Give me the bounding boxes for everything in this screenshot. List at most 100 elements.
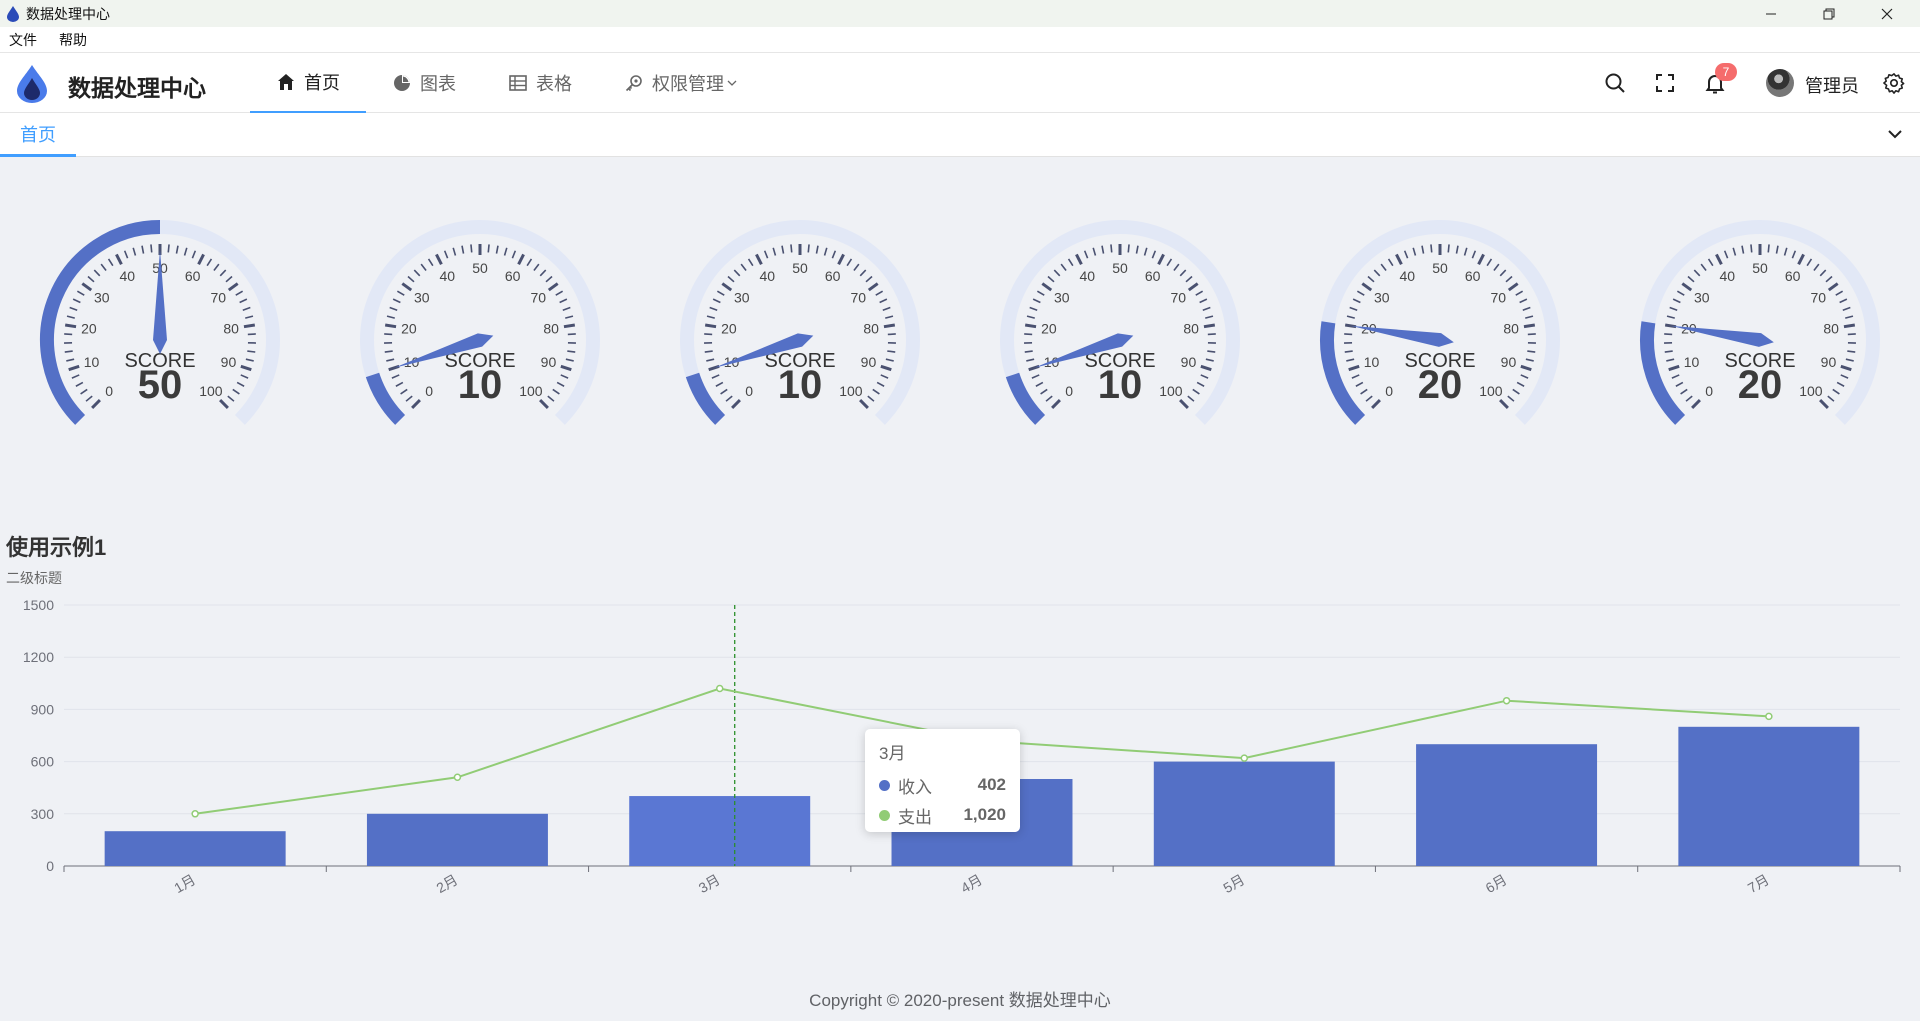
gauge-tick [443,250,449,259]
gauge-tick [526,258,533,267]
tabs-dropdown-chevron-icon[interactable] [1884,123,1906,145]
username[interactable]: 管理员 [1805,72,1859,98]
chart-title: 使用示例1 [6,535,107,560]
nav-home[interactable]: 首页 [250,53,366,113]
gauge-progress [365,372,406,425]
gauge-tick [384,350,393,353]
gauge-tick [704,323,717,329]
gauge-tick [420,263,427,271]
line-point-2月[interactable] [453,773,462,782]
x-tick-label: 4月 [958,871,985,896]
gauge-tick [1516,381,1525,387]
gauge-tick [1715,253,1723,265]
gauge-tick [559,298,568,304]
gauge-tick [1515,290,1524,296]
tooltip-expense-name: 支出 [898,807,932,827]
gauge-tick [1525,315,1534,319]
gauge-tick [1036,290,1045,296]
fullscreen-icon[interactable] [1653,71,1677,95]
gauge-tick [1847,350,1856,353]
line-point-7月[interactable] [1765,712,1773,721]
gauge-tick-label: 40 [120,268,136,284]
y-tick-label: 1200 [23,649,54,665]
gauge-tick [81,282,93,292]
gauge-tick [1845,358,1854,362]
gauge-tick-label: 70 [850,290,866,306]
gauge-tick [1507,395,1515,402]
gauge-tick [1671,374,1680,379]
gauge-tick [560,364,572,372]
gauge-tick [552,388,560,395]
line-point-6月[interactable] [1502,696,1511,705]
restore-button[interactable] [1800,0,1858,27]
gauge-tick [1819,269,1827,277]
gauge-tick [175,245,179,254]
window-title: 数据处理中心 [26,5,110,22]
line-point-1月[interactable] [191,810,199,818]
gauge-tick [461,245,465,254]
gauge-tick [1486,258,1493,267]
line-point-3月[interactable] [715,684,724,693]
gauge-tick [533,263,540,271]
gauge-tick [1672,298,1681,304]
bar-1月[interactable] [104,831,286,866]
line-point-5月[interactable] [1240,754,1249,762]
gauge-tick [1024,350,1033,353]
gauge-tick [1203,323,1216,329]
gauge-tick [1750,244,1753,253]
gauge-tick [711,374,720,379]
gauge-tick [565,358,574,362]
gauge-tick [733,269,741,277]
gauge-tick [66,315,75,319]
nav-charts[interactable]: 图表 [366,53,482,113]
gauge-tick [1520,364,1532,372]
bar-5月[interactable] [1153,761,1335,866]
gauge-dial: 0102030405060708090100SCORE10 [680,220,920,425]
gauge-tick [213,263,220,271]
bar-7月[interactable] [1678,726,1860,866]
close-icon [1881,8,1893,19]
bar-6月[interactable] [1416,744,1598,866]
search-icon[interactable] [1603,71,1627,95]
menu-help[interactable]: 帮助 [59,30,87,50]
gauge-tick [880,364,892,372]
gauge-tick [1523,323,1536,329]
tab-home[interactable]: 首页 [0,113,76,157]
gauge-tick [1373,269,1381,277]
gauge-tick [1412,247,1417,256]
gauge-tick-label: 80 [223,321,239,337]
bar-3月[interactable] [629,796,811,866]
nav-tables[interactable]: 表格 [482,53,598,113]
menu-file[interactable]: 文件 [9,30,37,50]
gauge-tick [1151,250,1157,259]
gauge-tick [219,399,229,409]
gauge-tick [71,374,80,379]
gauge-tick [206,258,213,267]
close-button[interactable] [1858,0,1916,27]
gauge-tick [1200,374,1209,379]
gauge-tick [396,290,405,296]
gauge-tick [1387,258,1394,267]
gauge-tick [239,298,248,304]
gauge-tick [887,350,896,353]
gauge-tick [556,381,565,387]
gauge-value: 10 [1098,363,1143,407]
minimize-button[interactable] [1742,0,1800,27]
gauge-tick [763,250,769,259]
avatar[interactable] [1766,69,1794,97]
gauge-tick [1371,399,1381,409]
gauge-tick-label: 80 [1823,321,1839,337]
gauge-tick [1360,388,1368,395]
nav-permissions[interactable]: 权限管理 [598,53,764,113]
gauge-tick-label: 20 [401,321,417,337]
gauge-tick [247,350,256,353]
gauge-tick [727,275,735,283]
bar-2月[interactable] [366,813,548,866]
gauge-tick [885,315,894,319]
gear-icon[interactable] [1883,72,1905,94]
gauge-tick [1681,282,1693,292]
gauge-tick-label: 30 [1054,290,1070,306]
gauge-tick [242,306,251,311]
gauge-tick [245,358,254,362]
gauge-tick [1024,323,1037,329]
